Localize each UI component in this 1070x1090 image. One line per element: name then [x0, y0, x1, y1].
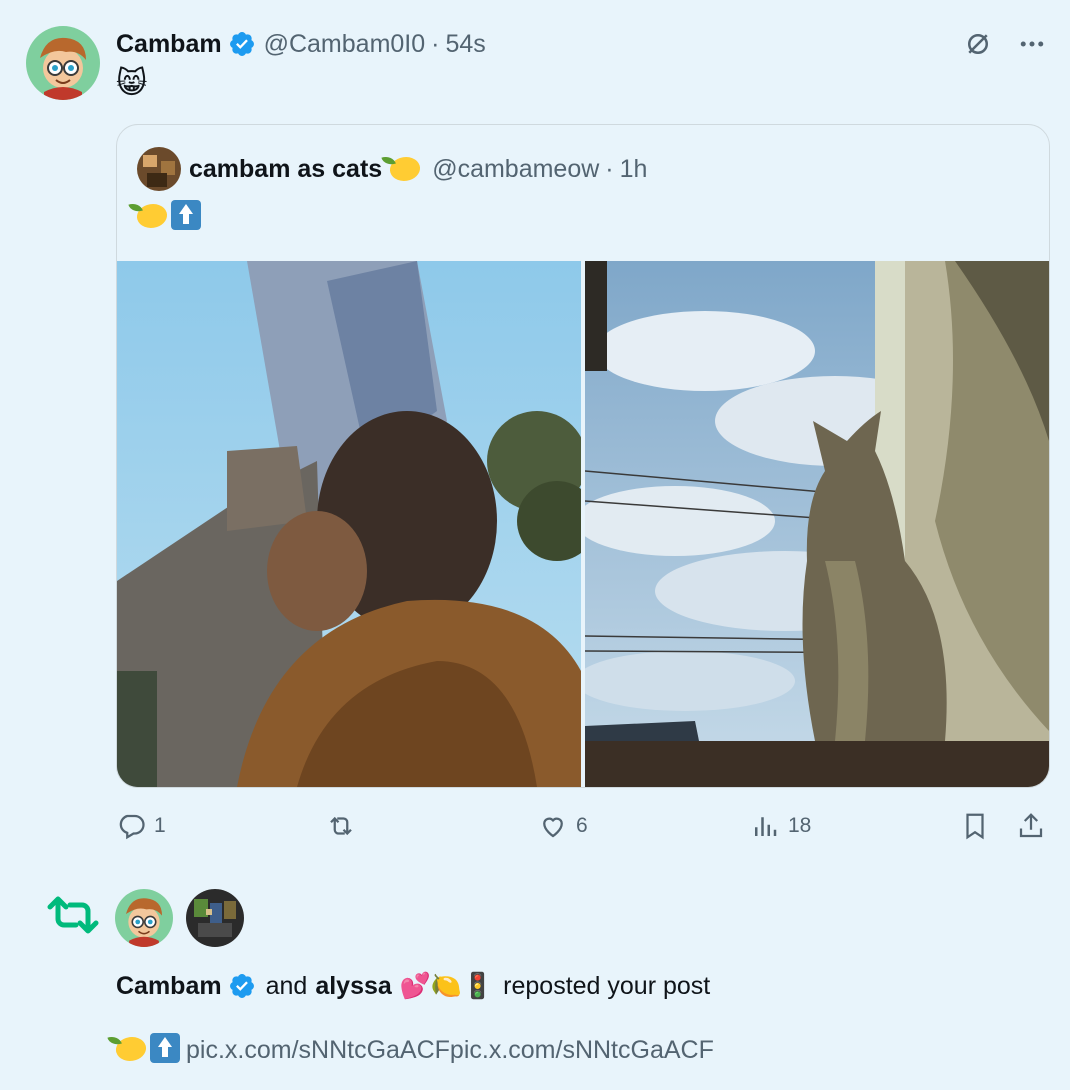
verified-badge-icon [228, 30, 256, 58]
reposter-name-1[interactable]: Cambam [116, 968, 222, 1004]
reposter-name-2[interactable]: alyssa [315, 968, 391, 1004]
like-icon [543, 817, 563, 838]
reposter-avatar-alyssa[interactable] [186, 889, 244, 947]
views-button[interactable]: 18 [750, 806, 811, 846]
image-boy-looking-up[interactable] [117, 261, 581, 787]
share-icon [1019, 813, 1043, 838]
separator-dot: · [605, 154, 614, 183]
quoted-post-header: cambam as cats @cambameow · 1h [137, 147, 647, 191]
reply-count: 1 [154, 814, 166, 837]
lemon-emoji [134, 199, 170, 233]
image-cat-looking-up[interactable] [585, 261, 1049, 787]
repost-notification-icon [46, 893, 100, 937]
notification-feed: Cambam @Cambam0I0 · 54s 😸 cambam as cats… [0, 0, 1070, 1090]
more-icon[interactable] [1016, 28, 1048, 60]
reply-icon [119, 814, 145, 840]
reposter-name-2-emojis: 💕🍋🚦 [399, 971, 494, 1000]
reposter-avatar-cambam[interactable] [115, 889, 173, 947]
share-button[interactable] [1016, 806, 1046, 846]
separator-dot: · [431, 29, 440, 58]
repost-button[interactable] [326, 806, 364, 846]
up-arrow-emoji [150, 1033, 180, 1063]
grok-icon[interactable] [962, 28, 994, 60]
views-count: 18 [788, 814, 812, 837]
reply-button[interactable]: 1 [116, 806, 166, 846]
repost-notification-text: Cambam and alyssa 💕🍋🚦 reposted your post [116, 968, 710, 1004]
up-arrow-emoji [171, 200, 201, 230]
bookmark-button[interactable] [960, 806, 990, 846]
author-handle[interactable]: @Cambam0I0 [264, 30, 426, 59]
like-button[interactable]: 6 [538, 806, 588, 846]
lemon-emoji [113, 1032, 149, 1066]
bookmark-icon [966, 813, 984, 840]
quoted-author-name[interactable]: cambam as cats [189, 155, 382, 184]
lemon-emoji [387, 152, 424, 186]
quoted-post[interactable]: cambam as cats @cambameow · 1h [116, 124, 1050, 788]
reposted-post-preview[interactable]: pic.x.com/sNNtcGaACFpic.x.com/sNNtcGaACF [113, 1032, 714, 1068]
post-text: 😸 [116, 66, 148, 101]
verified-badge-icon [228, 972, 256, 1000]
post-top-actions [962, 28, 1048, 60]
author-name[interactable]: Cambam [116, 30, 222, 59]
author-avatar[interactable] [26, 26, 100, 100]
quoted-post-time[interactable]: 1h [620, 155, 648, 184]
quoted-post-media [117, 261, 1049, 787]
like-count: 6 [576, 814, 588, 837]
post-time[interactable]: 54s [445, 30, 485, 59]
post-action-bar: 1 6 18 [116, 806, 1048, 846]
quoted-author-avatar[interactable] [137, 147, 181, 191]
action-text: reposted your post [503, 972, 711, 1000]
connector-text: and [265, 972, 308, 1000]
post-header: Cambam @Cambam0I0 · 54s [116, 28, 486, 60]
preview-link[interactable]: pic.x.com/sNNtcGaACFpic.x.com/sNNtcGaACF [186, 1036, 714, 1064]
quoted-author-handle[interactable]: @cambameow [432, 155, 599, 184]
repost-icon [330, 816, 352, 836]
views-icon [755, 817, 777, 836]
quoted-post-text [134, 199, 207, 233]
